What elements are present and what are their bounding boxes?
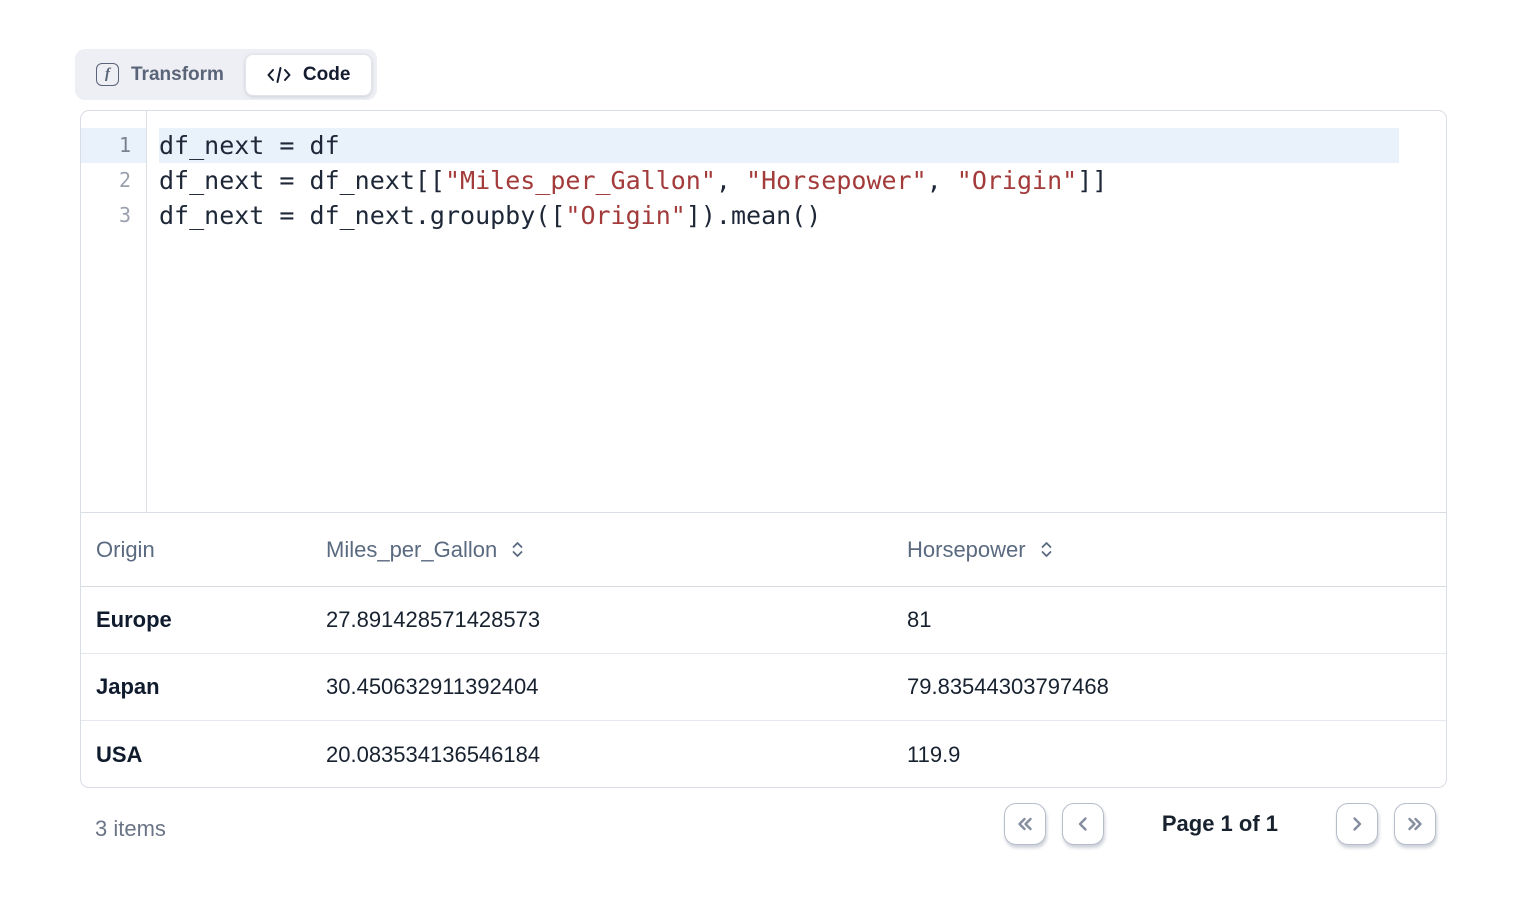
code-line[interactable]: df_next = df_next[["Miles_per_Gallon", "…	[159, 163, 1446, 198]
tab-transform-label: Transform	[131, 64, 224, 86]
line-number: 3	[81, 198, 146, 233]
code-token-string: "Origin"	[565, 201, 685, 230]
cell-origin: Europe	[81, 607, 311, 633]
code-token: ]]	[1077, 166, 1107, 195]
code-token-string: "Horsepower"	[746, 166, 927, 195]
code-token-string: "Origin"	[957, 166, 1077, 195]
cell-miles-per-gallon: 20.083534136546184	[311, 742, 892, 768]
table-body: Europe27.89142857142857381Japan30.450632…	[81, 587, 1446, 788]
next-page-button[interactable]	[1336, 803, 1378, 845]
line-number: 2	[81, 163, 146, 198]
editor-gutter: 123	[81, 111, 147, 512]
sort-icon[interactable]	[1039, 540, 1054, 559]
cell-origin: USA	[81, 742, 311, 768]
column-header-horsepower[interactable]: Horsepower	[892, 537, 1446, 563]
table-row: Europe27.89142857142857381	[81, 587, 1446, 654]
code-token: df_next = df_next.groupby([	[159, 201, 565, 230]
page-indicator: Page 1 of 1	[1162, 811, 1278, 837]
line-number: 1	[81, 128, 146, 163]
code-token: df_next = df_next[[	[159, 166, 445, 195]
view-mode-tabs: f Transform Code	[75, 49, 377, 100]
code-editor[interactable]: 123 df_next = df df_next = df_next[["Mile…	[81, 111, 1446, 513]
column-header-origin: Origin	[81, 537, 311, 563]
code-token-string: "Miles_per_Gallon"	[445, 166, 716, 195]
tab-code-label: Code	[303, 64, 351, 86]
items-count: 3 items	[95, 816, 166, 842]
code-token: ]).mean()	[686, 201, 821, 230]
last-page-button[interactable]	[1394, 803, 1436, 845]
code-brackets-icon	[267, 66, 291, 84]
code-token: ,	[927, 166, 957, 195]
code-line[interactable]: df_next = df	[159, 128, 1399, 163]
pagination: Page 1 of 1	[1004, 803, 1436, 845]
tab-code[interactable]: Code	[245, 54, 373, 96]
page: f Transform Code 123 df_next = dfdf_next…	[0, 0, 1516, 918]
function-icon: f	[96, 63, 119, 86]
first-page-button[interactable]	[1004, 803, 1046, 845]
previous-page-button[interactable]	[1062, 803, 1104, 845]
column-label: Origin	[96, 537, 155, 563]
table-header-row: Origin Miles_per_Gallon Horsepower	[81, 513, 1446, 587]
column-label: Horsepower	[907, 537, 1026, 563]
cell-horsepower: 81	[892, 607, 1446, 633]
table-row: USA20.083534136546184119.9	[81, 721, 1446, 788]
column-header-miles_per_gallon[interactable]: Miles_per_Gallon	[311, 537, 892, 563]
editor-code-area[interactable]: df_next = df df_next = df_next[["Miles_pe…	[147, 111, 1446, 512]
sort-icon[interactable]	[510, 540, 525, 559]
table-row: Japan30.45063291139240479.83544303797468	[81, 654, 1446, 721]
column-label: Miles_per_Gallon	[326, 537, 497, 563]
tab-transform[interactable]: f Transform	[80, 63, 245, 86]
code-line[interactable]: df_next = df_next.groupby(["Origin"]).me…	[159, 198, 1446, 233]
code-token: ,	[716, 166, 746, 195]
code-token: df_next = df	[159, 131, 340, 160]
cell-miles-per-gallon: 30.450632911392404	[311, 674, 892, 700]
cell-horsepower: 79.83544303797468	[892, 674, 1446, 700]
code-cell-panel: 123 df_next = df df_next = df_next[["Mile…	[80, 110, 1447, 788]
cell-origin: Japan	[81, 674, 311, 700]
cell-miles-per-gallon: 27.891428571428573	[311, 607, 892, 633]
cell-horsepower: 119.9	[892, 742, 1446, 768]
